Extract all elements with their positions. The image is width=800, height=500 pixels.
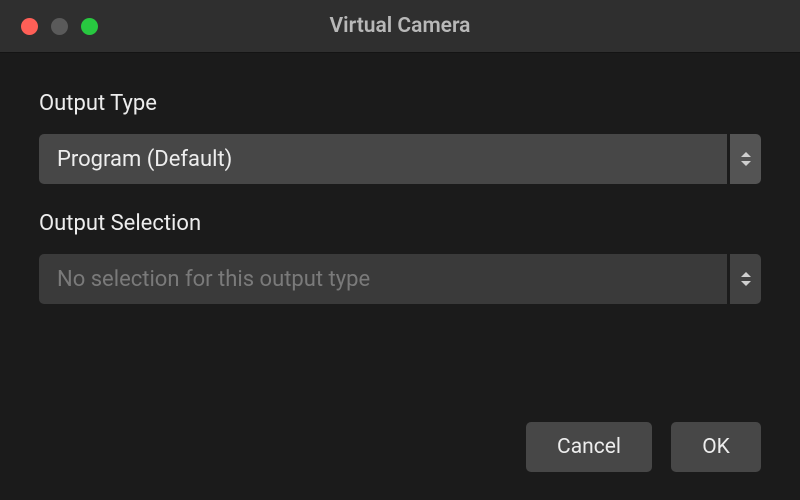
cancel-button[interactable]: Cancel xyxy=(526,422,652,472)
output-type-value: Program (Default) xyxy=(39,134,727,184)
output-selection-label: Output Selection xyxy=(39,211,761,236)
output-selection-stepper[interactable] xyxy=(730,254,761,304)
window-title: Virtual Camera xyxy=(330,14,471,38)
dialog-content: Output Type Program (Default) Output Sel… xyxy=(0,53,800,304)
ok-button[interactable]: OK xyxy=(671,422,761,472)
output-selection-select[interactable]: No selection for this output type xyxy=(39,254,761,304)
output-type-stepper[interactable] xyxy=(730,134,761,184)
titlebar: Virtual Camera xyxy=(0,0,800,53)
chevron-up-icon xyxy=(741,152,751,157)
chevron-up-icon xyxy=(741,272,751,277)
output-type-field: Output Type Program (Default) xyxy=(39,91,761,184)
close-window-button[interactable] xyxy=(21,18,38,35)
chevron-down-icon xyxy=(741,281,751,286)
dialog-footer: Cancel OK xyxy=(526,422,761,472)
zoom-window-button[interactable] xyxy=(81,18,98,35)
chevron-down-icon xyxy=(741,161,751,166)
minimize-window-button[interactable] xyxy=(51,18,68,35)
output-type-select[interactable]: Program (Default) xyxy=(39,134,761,184)
window-controls xyxy=(21,18,98,35)
output-type-label: Output Type xyxy=(39,91,761,116)
output-selection-value: No selection for this output type xyxy=(39,254,727,304)
output-selection-field: Output Selection No selection for this o… xyxy=(39,211,761,304)
